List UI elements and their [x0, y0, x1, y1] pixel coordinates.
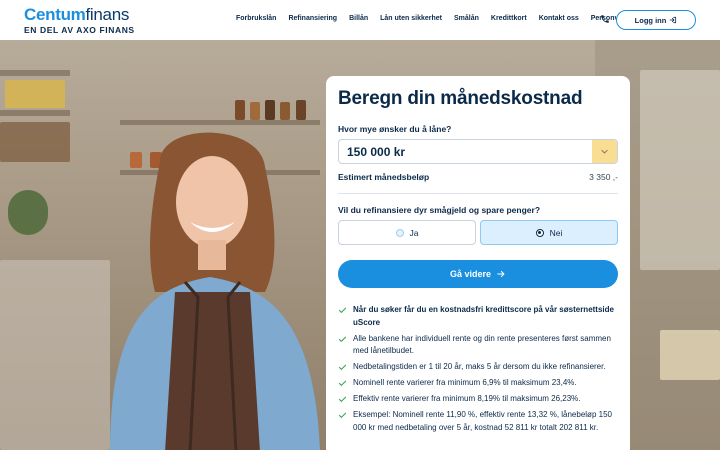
divider [338, 193, 618, 194]
amount-question-label: Hvor mye ønsker du å låne? [338, 124, 452, 134]
plant-decoration [8, 190, 48, 235]
arrow-right-icon [497, 271, 505, 277]
check-icon [338, 364, 347, 370]
list-item: Effektiv rente varierer fra minimum 8,19… [338, 393, 620, 406]
site-header: Centumfinans EN DEL AV AXO FINANS Forbru… [0, 0, 720, 40]
logo-tagline: EN DEL AV AXO FINANS [24, 25, 135, 35]
check-icon [338, 412, 347, 418]
jar-decoration [296, 100, 306, 120]
option-nei-label: Nei [549, 227, 563, 238]
continue-button[interactable]: Gå videre [338, 260, 618, 288]
list-item: Nominell rente varierer fra minimum 6,9%… [338, 377, 620, 390]
list-item: Alle bankene har individuell rente og di… [338, 333, 620, 358]
nav-item-forbrukslan[interactable]: Forbrukslån [236, 15, 276, 22]
main-nav: Forbrukslån Refinansiering Billån Lån ut… [236, 15, 629, 22]
basket-decoration [5, 80, 65, 108]
box-decoration [660, 330, 720, 380]
calculator-title: Beregn din månedskostnad [338, 88, 583, 109]
refinance-option-ja[interactable]: Ja [338, 220, 476, 245]
chevron-down-icon [601, 149, 608, 154]
radio-unselected-icon [395, 228, 404, 237]
nav-item-lan-uten-sikkerhet[interactable]: Lån uten sikkerhet [380, 15, 442, 22]
bullet-text: Eksempel: Nominell rente 11,90 %, effekt… [353, 410, 612, 432]
bullet-text: Alle bankene har individuell rente og di… [353, 333, 611, 356]
list-item: Nedbetalingstiden er 1 til 20 år, maks 5… [338, 361, 620, 374]
list-item: Når du søker får du en kostnadsfri kredi… [338, 304, 620, 329]
logo-word-centum: Centum [24, 5, 86, 24]
nav-item-billan[interactable]: Billån [349, 15, 368, 22]
basket-decoration [0, 122, 70, 162]
estimate-value: 3 350 ,- [589, 172, 618, 182]
shelf-decoration [0, 70, 70, 76]
logo-word-finans: finans [85, 5, 130, 24]
info-bullet-list: Når du søker får du en kostnadsfri kredi… [338, 304, 620, 438]
check-icon [338, 336, 347, 342]
centumfinans-logo[interactable]: Centumfinans EN DEL AV AXO FINANS [24, 5, 135, 36]
login-button[interactable]: Logg inn [616, 10, 696, 30]
continue-label: Gå videre [449, 269, 492, 279]
smiling-woman-illustration [110, 132, 320, 450]
jar-decoration [265, 100, 275, 120]
jar-decoration [235, 100, 245, 120]
bullet-text: Nominell rente varierer fra minimum 6,9%… [353, 378, 577, 387]
phone-icon[interactable] [600, 14, 610, 24]
refinance-question-label: Vil du refinansiere dyr smågjeld og spar… [338, 205, 541, 215]
estimate-label: Estimert månedsbeløp [338, 172, 430, 182]
nav-item-refinansiering[interactable]: Refinansiering [288, 15, 337, 22]
login-label: Logg inn [634, 15, 667, 25]
nav-item-smalan[interactable]: Smålån [454, 15, 479, 22]
option-ja-label: Ja [409, 227, 419, 238]
nav-item-kontakt-oss[interactable]: Kontakt oss [539, 15, 579, 22]
loan-calculator-card: Beregn din månedskostnad Hvor mye ønsker… [326, 76, 630, 450]
loan-amount-value: 150 000 kr [347, 144, 406, 159]
login-icon [669, 16, 677, 24]
bullet-text: Nedbetalingstiden er 1 til 20 år, maks 5… [353, 362, 606, 371]
check-icon [338, 380, 347, 386]
refinance-option-nei[interactable]: Nei [480, 220, 618, 245]
jar-decoration [280, 102, 290, 120]
check-icon [338, 396, 347, 402]
list-item: Eksempel: Nominell rente 11,90 %, effekt… [338, 409, 620, 434]
window-decoration [640, 70, 720, 270]
radio-selected-icon [535, 228, 544, 237]
shelf-decoration [0, 110, 70, 116]
jar-decoration [250, 102, 260, 120]
loan-amount-select[interactable]: 150 000 kr [338, 139, 618, 164]
dropdown-toggle[interactable] [592, 140, 617, 163]
check-icon [338, 307, 347, 313]
bullet-text: Når du søker får du en kostnadsfri kredi… [353, 305, 614, 327]
monthly-estimate-row: Estimert månedsbeløp 3 350 ,- [338, 172, 618, 182]
nav-item-kredittkort[interactable]: Kredittkort [491, 15, 527, 22]
bullet-text: Effektiv rente varierer fra minimum 8,19… [353, 394, 581, 403]
